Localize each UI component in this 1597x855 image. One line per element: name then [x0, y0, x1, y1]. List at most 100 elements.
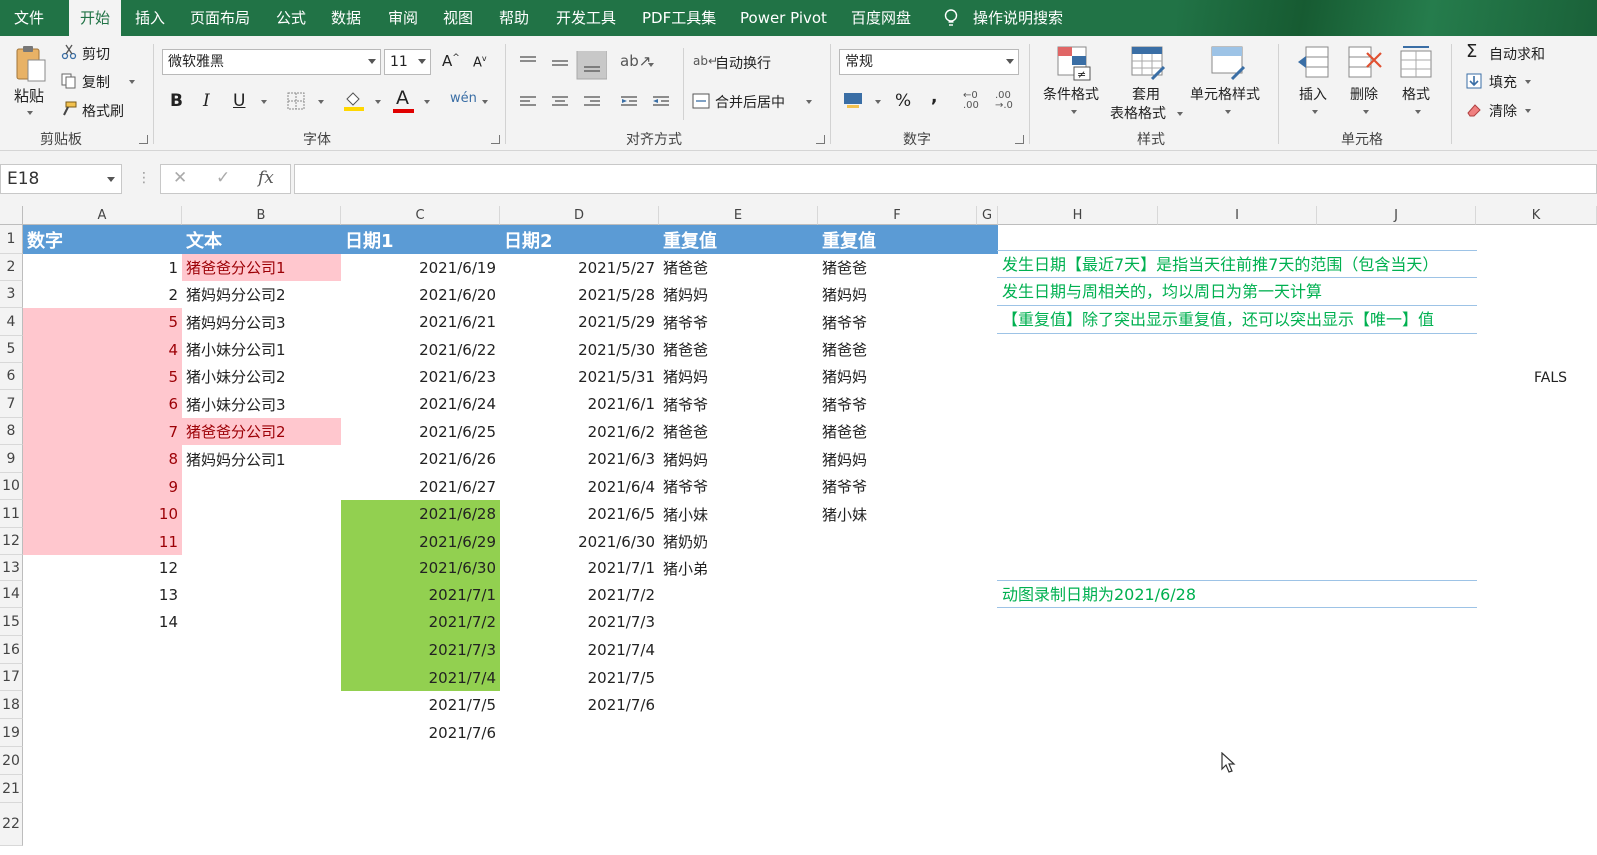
- row-header-10[interactable]: 10: [0, 473, 23, 500]
- cell-d7[interactable]: 2021/6/1: [500, 390, 659, 418]
- column-header-f[interactable]: F: [818, 206, 977, 225]
- cell-f2[interactable]: 猪爸爸: [818, 254, 977, 281]
- cell-d17[interactable]: 2021/7/5: [500, 664, 659, 691]
- copy-dropdown-arrow[interactable]: [129, 80, 135, 84]
- orientation-icon[interactable]: ab↗: [620, 52, 651, 70]
- cell-e8[interactable]: 猪爸爸: [659, 418, 818, 445]
- cell-a13[interactable]: 12: [23, 555, 182, 581]
- cell-a8[interactable]: 7: [23, 418, 182, 445]
- cell-f5[interactable]: 猪爸爸: [818, 336, 977, 363]
- fill-color-icon[interactable]: [343, 89, 365, 111]
- borders-dropdown-arrow[interactable]: [318, 100, 324, 104]
- column-header-i[interactable]: I: [1158, 206, 1317, 225]
- phonetic-dropdown-arrow[interactable]: [482, 100, 488, 104]
- cell-k6[interactable]: FALS: [1530, 364, 1571, 391]
- fill-dropdown-arrow[interactable]: [1525, 80, 1531, 84]
- format-table-dropdown-arrow[interactable]: [1177, 112, 1183, 116]
- number-dialog-launcher[interactable]: [1015, 135, 1024, 144]
- decrease-decimal-icon[interactable]: .00 →.0: [995, 91, 1013, 111]
- cell-c2[interactable]: 2021/6/19: [341, 254, 500, 281]
- cell-c11[interactable]: 2021/6/28: [341, 500, 500, 528]
- row-header-14[interactable]: 14: [0, 581, 23, 608]
- header-cell-c[interactable]: 日期1: [341, 225, 500, 254]
- row-header-12[interactable]: 12: [0, 528, 23, 555]
- cell-c3[interactable]: 2021/6/20: [341, 281, 500, 308]
- comma-button[interactable]: ,: [931, 87, 937, 107]
- format-cells-button[interactable]: 格式: [1402, 84, 1430, 104]
- format-as-table-label-1[interactable]: 套用: [1132, 84, 1160, 104]
- tab-page-layout[interactable]: 页面布局: [190, 0, 250, 36]
- cell-c9[interactable]: 2021/6/26: [341, 445, 500, 473]
- cell-d8[interactable]: 2021/6/2: [500, 418, 659, 445]
- tab-developer[interactable]: 开发工具: [556, 0, 616, 36]
- font-name-combo[interactable]: 微软雅黑: [162, 49, 381, 75]
- cell-f6[interactable]: 猪妈妈: [818, 363, 977, 390]
- decrease-font-size-icon[interactable]: Av: [473, 54, 487, 70]
- cell-e6[interactable]: 猪妈妈: [659, 363, 818, 390]
- cell-a10[interactable]: 9: [23, 473, 182, 500]
- cell-c4[interactable]: 2021/6/21: [341, 308, 500, 336]
- insert-cells-button[interactable]: 插入: [1299, 84, 1327, 104]
- conditional-formatting-button[interactable]: 条件格式: [1043, 84, 1099, 104]
- row-header-19[interactable]: 19: [0, 719, 23, 747]
- cell-c14[interactable]: 2021/7/1: [341, 581, 500, 608]
- cell-e11[interactable]: 猪小妹: [659, 500, 818, 528]
- increase-font-size-icon[interactable]: A^: [442, 52, 460, 70]
- underline-dropdown-arrow[interactable]: [261, 100, 267, 104]
- clear-button[interactable]: 清除: [1489, 101, 1517, 121]
- number-format-combo[interactable]: 常规: [839, 49, 1019, 75]
- format-dropdown-arrow[interactable]: [1415, 110, 1421, 114]
- font-color-icon[interactable]: A: [396, 87, 409, 109]
- delete-cells-button[interactable]: 删除: [1350, 84, 1378, 104]
- row-header-20[interactable]: 20: [0, 747, 23, 775]
- row-header-16[interactable]: 16: [0, 636, 23, 664]
- tab-formulas[interactable]: 公式: [276, 0, 306, 36]
- cell-d12[interactable]: 2021/6/30: [500, 528, 659, 555]
- conditional-dropdown-arrow[interactable]: [1071, 110, 1077, 114]
- column-header-a[interactable]: A: [23, 206, 182, 225]
- tab-data[interactable]: 数据: [331, 0, 361, 36]
- cell-e4[interactable]: 猪爷爷: [659, 308, 818, 336]
- cell-a4[interactable]: 5: [23, 308, 182, 336]
- cell-a15[interactable]: 14: [23, 608, 182, 636]
- cell-b4[interactable]: 猪妈妈分公司3: [182, 308, 341, 336]
- header-cell-f[interactable]: 重复值: [818, 225, 977, 254]
- cell-c10[interactable]: 2021/6/27: [341, 473, 500, 500]
- font-dialog-launcher[interactable]: [491, 135, 500, 144]
- cell-b2[interactable]: 猪爸爸分公司1: [182, 254, 341, 281]
- header-cell-e[interactable]: 重复值: [659, 225, 818, 254]
- currency-dropdown-arrow[interactable]: [875, 100, 881, 104]
- cell-d10[interactable]: 2021/6/4: [500, 473, 659, 500]
- insert-dropdown-arrow[interactable]: [1312, 110, 1318, 114]
- row-header-4[interactable]: 4: [0, 308, 23, 336]
- tab-help[interactable]: 帮助: [499, 0, 529, 36]
- format-as-table-label-2[interactable]: 表格格式: [1110, 103, 1166, 123]
- cell-d11[interactable]: 2021/6/5: [500, 500, 659, 528]
- insert-function-icon[interactable]: fx: [258, 168, 274, 188]
- cell-e10[interactable]: 猪爷爷: [659, 473, 818, 500]
- formula-input[interactable]: [294, 164, 1597, 194]
- cell-a11[interactable]: 10: [23, 500, 182, 528]
- fill-color-dropdown-arrow[interactable]: [375, 100, 381, 104]
- percent-button[interactable]: %: [895, 91, 911, 111]
- row-header-8[interactable]: 8: [0, 418, 23, 445]
- tab-baidu-netdisk[interactable]: 百度网盘: [851, 0, 911, 36]
- bold-button[interactable]: B: [170, 91, 183, 111]
- font-color-dropdown-arrow[interactable]: [424, 100, 430, 104]
- row-header-21[interactable]: 21: [0, 775, 23, 803]
- delete-dropdown-arrow[interactable]: [1363, 110, 1369, 114]
- cell-d3[interactable]: 2021/5/28: [500, 281, 659, 308]
- cell-d18[interactable]: 2021/7/6: [500, 691, 659, 719]
- select-all-corner[interactable]: [0, 206, 23, 225]
- cell-d15[interactable]: 2021/7/3: [500, 608, 659, 636]
- increase-decimal-icon[interactable]: ←0.00: [963, 91, 979, 111]
- cell-b7[interactable]: 猪小妹分公司3: [182, 390, 341, 418]
- row-header-5[interactable]: 5: [0, 336, 23, 363]
- horizontal-align-icons[interactable]: [517, 94, 677, 110]
- tab-review[interactable]: 审阅: [388, 0, 418, 36]
- column-header-d[interactable]: D: [500, 206, 659, 225]
- header-cell-a[interactable]: 数字: [23, 225, 182, 254]
- cell-a12[interactable]: 11: [23, 528, 182, 555]
- row-header-2[interactable]: 2: [0, 254, 23, 281]
- row-header-9[interactable]: 9: [0, 445, 23, 473]
